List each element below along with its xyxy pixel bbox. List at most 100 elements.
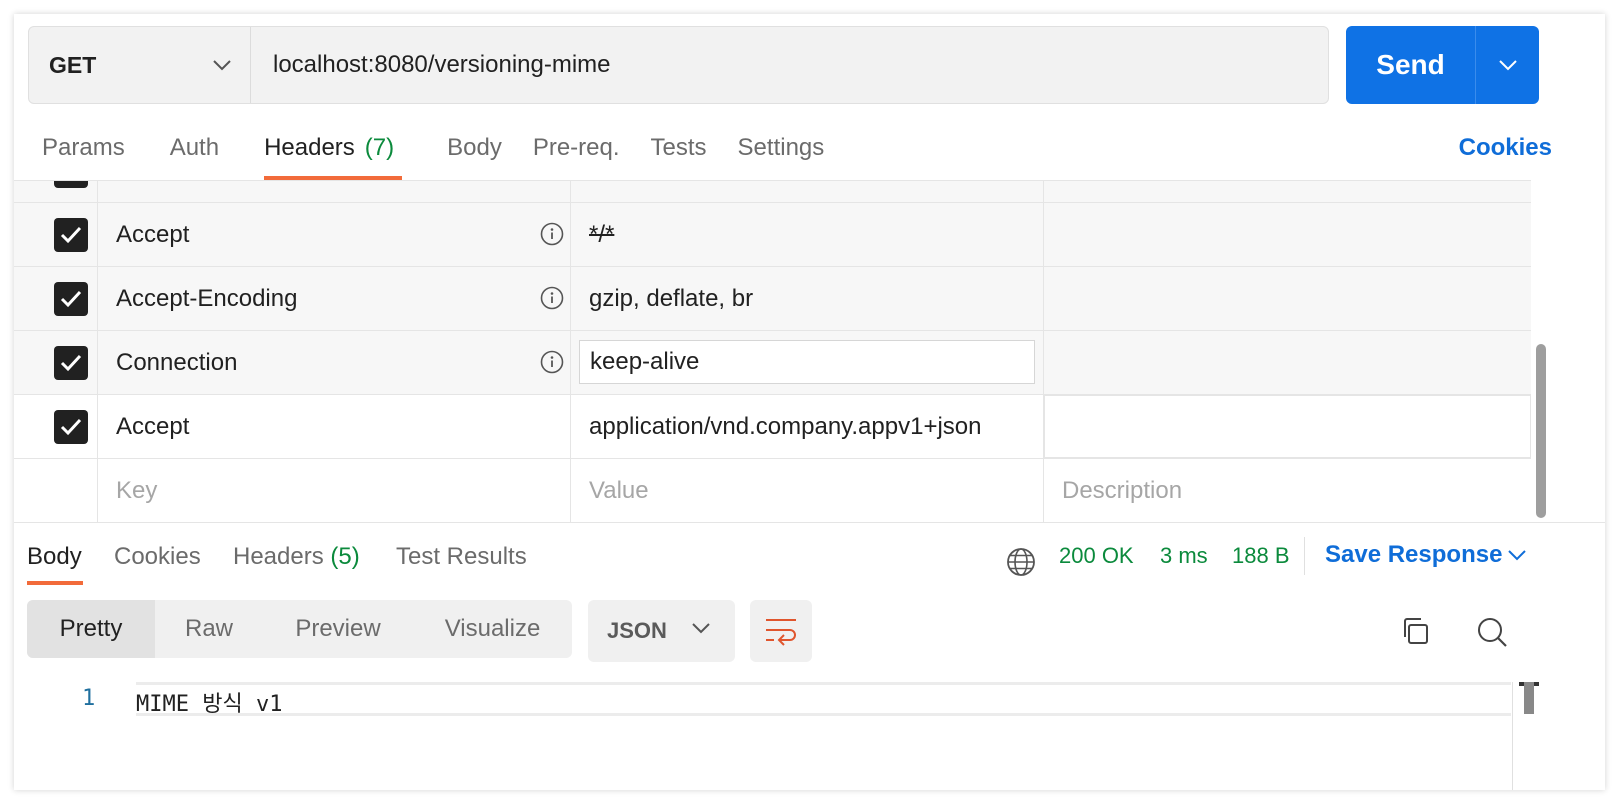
table-row: Accept-Encoding gzip, deflate, br	[14, 267, 1531, 331]
header-value: gzip, deflate, br	[589, 284, 754, 312]
active-tab-underline	[27, 581, 83, 585]
key-cell[interactable]	[98, 181, 571, 202]
description-cell[interactable]	[1044, 181, 1531, 202]
tab-count: (5)	[330, 543, 360, 570]
response-tabs: Body Cookies Headers (5) Test Results 20…	[14, 522, 1605, 585]
description-cell[interactable]	[1044, 267, 1531, 330]
globe-icon[interactable]	[1006, 547, 1036, 577]
response-tab-test-results[interactable]: Test Results	[396, 543, 527, 571]
tab-label: Tests	[650, 134, 707, 161]
row-checkbox[interactable]	[54, 346, 88, 380]
row-check-cell	[14, 395, 98, 458]
url-input[interactable]: localhost:8080/versioning-mime	[251, 27, 1328, 103]
copy-icon[interactable]	[1399, 615, 1431, 647]
table-row: Accept */*	[14, 203, 1531, 267]
status-code[interactable]: 200 OK	[1059, 543, 1134, 569]
editor-scroll-indicator[interactable]	[1524, 682, 1534, 714]
check-icon	[60, 290, 82, 308]
key-cell[interactable]: Accept-Encoding	[98, 267, 571, 330]
value-input[interactable]: keep-alive	[579, 340, 1035, 384]
key-cell[interactable]: Connection	[98, 331, 571, 394]
value-cell[interactable]	[571, 181, 1044, 202]
current-line-highlight	[136, 682, 1511, 716]
view-preview[interactable]: Preview	[263, 600, 413, 658]
search-icon[interactable]	[1475, 615, 1509, 649]
check-icon	[60, 226, 82, 244]
value-placeholder[interactable]: Value	[571, 459, 1044, 522]
wrap-lines-button[interactable]	[750, 600, 812, 662]
header-key: Accept	[116, 220, 190, 248]
value-cell[interactable]: keep-alive	[571, 331, 1044, 394]
header-key: Accept	[116, 412, 190, 440]
value-cell[interactable]: gzip, deflate, br	[571, 267, 1044, 330]
send-button[interactable]: Send	[1346, 26, 1539, 104]
tab-label: Headers	[233, 543, 324, 570]
send-options-button[interactable]	[1476, 26, 1539, 104]
header-key: Connection	[116, 348, 238, 376]
row-check-cell	[14, 203, 98, 266]
description-cell[interactable]	[1044, 203, 1531, 266]
tab-headers[interactable]: Headers (7)	[250, 126, 403, 180]
view-raw[interactable]: Raw	[155, 600, 263, 658]
cookies-link[interactable]: Cookies	[1459, 134, 1552, 162]
table-row-new: Key Value Description	[14, 459, 1531, 522]
row-checkbox[interactable]	[54, 282, 88, 316]
format-select[interactable]: JSON	[588, 600, 735, 662]
method-label: GET	[49, 51, 97, 78]
response-time[interactable]: 3 ms	[1160, 543, 1208, 569]
code-line-text[interactable]: MIME 방식 v1	[136, 686, 282, 718]
tab-count: (7)	[364, 134, 395, 161]
row-checkbox[interactable]	[54, 410, 88, 444]
chevron-down-icon	[1498, 60, 1517, 71]
table-row	[14, 181, 1531, 203]
response-tab-headers[interactable]: Headers (5)	[233, 543, 360, 571]
postman-window: GET localhost:8080/versioning-mime Send …	[14, 14, 1605, 790]
headers-table: Accept */* Accept-Encoding gzip, deflate…	[14, 180, 1531, 522]
tab-label: Auth	[169, 134, 220, 161]
value-cell[interactable]: application/vnd.company.appv1+json	[571, 395, 1044, 458]
value-cell[interactable]: */*	[571, 203, 1044, 266]
tab-params[interactable]: Params	[28, 126, 125, 180]
row-check-cell	[14, 267, 98, 330]
response-tab-cookies[interactable]: Cookies	[114, 543, 201, 571]
description-cell[interactable]	[1044, 395, 1531, 458]
description-cell[interactable]	[1044, 331, 1531, 394]
header-value: application/vnd.company.appv1+json	[589, 412, 982, 440]
request-tabs: Params Auth Headers (7) Body Pre-req. Tes…	[28, 126, 1588, 180]
tab-label: Body	[447, 134, 502, 161]
key-cell[interactable]: Accept	[98, 395, 571, 458]
table-row: Accept application/vnd.company.appv1+jso…	[14, 395, 1531, 459]
info-icon[interactable]	[540, 286, 564, 310]
check-icon	[60, 354, 82, 372]
view-pretty[interactable]: Pretty	[27, 600, 155, 658]
header-value: */*	[589, 220, 615, 248]
key-placeholder[interactable]: Key	[98, 459, 571, 522]
save-response-button[interactable]: Save Response	[1325, 541, 1502, 569]
wrap-lines-icon	[766, 619, 796, 646]
key-cell[interactable]: Accept	[98, 203, 571, 266]
info-icon[interactable]	[540, 222, 564, 246]
header-key: Accept-Encoding	[116, 284, 298, 312]
row-check-cell	[14, 459, 98, 522]
tab-body[interactable]: Body	[433, 126, 502, 180]
check-icon	[60, 418, 82, 436]
method-select[interactable]: GET	[29, 27, 251, 103]
tab-tests[interactable]: Tests	[637, 126, 707, 180]
table-row: Connection keep-alive	[14, 331, 1531, 395]
tab-label: Headers	[264, 134, 355, 161]
response-size[interactable]: 188 B	[1232, 543, 1290, 569]
headers-scrollbar[interactable]	[1536, 344, 1546, 518]
row-checkbox[interactable]	[54, 218, 88, 252]
row-check-cell	[14, 181, 98, 202]
tab-settings[interactable]: Settings	[724, 126, 825, 180]
header-value: keep-alive	[590, 348, 700, 375]
send-label: Send	[1346, 26, 1476, 104]
response-tab-body[interactable]: Body	[27, 543, 82, 571]
view-visualize[interactable]: Visualize	[413, 600, 572, 658]
tab-pre-request[interactable]: Pre-req.	[519, 126, 620, 180]
row-checkbox[interactable]	[54, 181, 88, 188]
chevron-down-icon[interactable]	[1507, 549, 1527, 561]
tab-auth[interactable]: Auth	[156, 126, 219, 180]
description-placeholder[interactable]: Description	[1044, 459, 1531, 522]
info-icon[interactable]	[540, 350, 564, 374]
